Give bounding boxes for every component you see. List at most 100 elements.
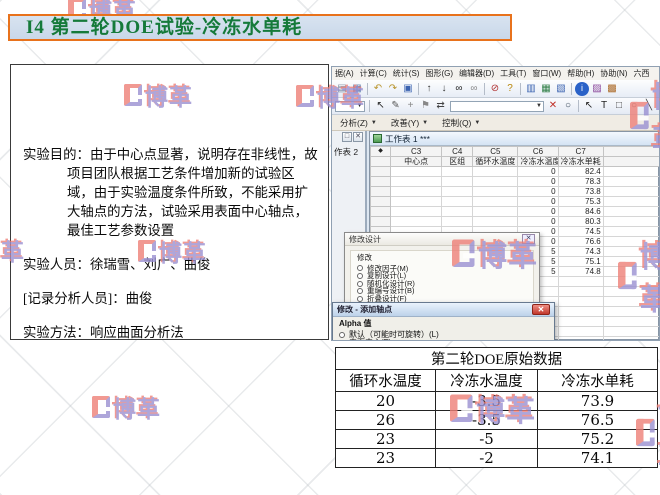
select-item-icon[interactable]: ↖ bbox=[374, 99, 388, 113]
column-id-cell[interactable]: C3 bbox=[391, 147, 442, 157]
swap-tool-icon[interactable]: ⇄ bbox=[434, 99, 448, 113]
graph-folder-icon[interactable]: ▩ bbox=[605, 82, 619, 96]
dmaic-menu-button[interactable]: 改善(Y)▼ bbox=[391, 117, 428, 129]
data-cell-c7[interactable]: 82.4 bbox=[558, 167, 603, 177]
dmaic-menu-button[interactable]: 分析(Z)▼ bbox=[340, 117, 377, 129]
worksheet-window-icon[interactable]: ▦ bbox=[539, 82, 553, 96]
find-icon[interactable]: ∞ bbox=[452, 82, 466, 96]
menu-item[interactable]: 计算(C) bbox=[360, 68, 387, 80]
data-cell-c7[interactable] bbox=[558, 277, 603, 287]
data-cell[interactable] bbox=[473, 207, 518, 217]
data-cell-c7[interactable] bbox=[558, 287, 603, 297]
data-cell[interactable] bbox=[391, 217, 442, 227]
data-cell[interactable] bbox=[391, 207, 442, 217]
menu-item[interactable]: 统计(S) bbox=[393, 68, 420, 80]
line-tool-icon[interactable]: ╲ bbox=[642, 99, 656, 113]
data-cell[interactable] bbox=[603, 337, 660, 342]
menu-item[interactable]: 工具(T) bbox=[500, 68, 526, 80]
data-cell-c7[interactable]: 74.8 bbox=[558, 267, 603, 277]
data-cell[interactable] bbox=[473, 187, 518, 197]
data-cell-c7[interactable]: 76.6 bbox=[558, 237, 603, 247]
undo-icon[interactable]: ↶ bbox=[371, 82, 385, 96]
data-cell[interactable] bbox=[391, 167, 442, 177]
data-cell[interactable] bbox=[603, 277, 660, 287]
data-cell[interactable] bbox=[473, 177, 518, 187]
data-cell[interactable] bbox=[603, 317, 660, 327]
data-cell[interactable] bbox=[442, 217, 473, 227]
column-name-cell[interactable]: 冷冻水单耗 bbox=[558, 157, 603, 167]
data-cell-c7[interactable] bbox=[558, 337, 603, 342]
data-cell[interactable] bbox=[603, 217, 660, 227]
clear-field-icon[interactable]: ✕ bbox=[546, 99, 560, 113]
data-cell[interactable] bbox=[391, 187, 442, 197]
close-icon[interactable]: ✕ bbox=[532, 304, 550, 315]
data-cell-c6[interactable]: 0 bbox=[518, 207, 558, 217]
redo-icon[interactable]: ↷ bbox=[386, 82, 400, 96]
data-cell[interactable] bbox=[442, 207, 473, 217]
worksheet1-titlebar[interactable]: 工作表 1 *** bbox=[370, 132, 658, 146]
data-cell[interactable] bbox=[603, 167, 660, 177]
data-cell-c7[interactable] bbox=[558, 307, 603, 317]
data-cell-c7[interactable] bbox=[558, 297, 603, 307]
find-next-icon[interactable]: ∞ bbox=[467, 82, 481, 96]
column-id-cell[interactable]: C4 bbox=[442, 147, 473, 157]
data-cell[interactable] bbox=[603, 197, 660, 207]
data-cell-c6[interactable]: 0 bbox=[518, 177, 558, 187]
graph-item-combobox[interactable]: ▼ bbox=[335, 101, 365, 112]
flag-tool-icon[interactable]: ⚑ bbox=[419, 99, 433, 113]
add-axial-points-titlebar[interactable]: 修改 - 添加轴点 ✕ bbox=[333, 303, 554, 317]
data-cell[interactable] bbox=[391, 197, 442, 207]
command-input-field[interactable]: ▼ bbox=[450, 101, 544, 112]
data-cell-c7[interactable] bbox=[558, 327, 603, 337]
brush-tool-icon[interactable]: ✎ bbox=[389, 99, 403, 113]
data-cell[interactable] bbox=[603, 257, 660, 267]
data-cell[interactable] bbox=[603, 247, 660, 257]
data-cell[interactable] bbox=[473, 217, 518, 227]
history-icon[interactable]: ▨ bbox=[590, 82, 604, 96]
cancel-icon[interactable]: ⊘ bbox=[488, 82, 502, 96]
menu-item[interactable]: 协助(N) bbox=[600, 68, 627, 80]
data-cell[interactable] bbox=[603, 187, 660, 197]
data-cell[interactable] bbox=[603, 227, 660, 237]
open-project-icon[interactable]: ▤ bbox=[335, 82, 349, 96]
data-cell-c7[interactable]: 84.6 bbox=[558, 207, 603, 217]
data-cell[interactable] bbox=[442, 197, 473, 207]
menu-item[interactable]: 编辑器(D) bbox=[459, 68, 494, 80]
menu-item[interactable]: 帮助(H) bbox=[567, 68, 594, 80]
close-window-icon[interactable]: ✕ bbox=[353, 132, 363, 142]
restore-window-icon[interactable]: □ bbox=[342, 132, 352, 142]
next-command-icon[interactable]: ↓ bbox=[437, 82, 451, 96]
column-id-cell[interactable] bbox=[603, 147, 660, 157]
entry-direction-icon[interactable]: ◆ bbox=[371, 147, 391, 157]
project-manager-icon[interactable]: ▧ bbox=[554, 82, 568, 96]
data-cell[interactable] bbox=[442, 187, 473, 197]
edit-last-dialog-icon[interactable]: ▣ bbox=[401, 82, 415, 96]
menu-item[interactable]: 六西 bbox=[633, 68, 649, 80]
info-icon[interactable]: i bbox=[575, 82, 589, 96]
data-cell[interactable] bbox=[391, 177, 442, 187]
data-cell[interactable] bbox=[473, 197, 518, 207]
data-cell-c6[interactable]: 0 bbox=[518, 187, 558, 197]
column-name-cell[interactable]: 中心点 bbox=[391, 157, 442, 167]
column-id-cell[interactable]: C5 bbox=[473, 147, 518, 157]
data-cell[interactable] bbox=[603, 297, 660, 307]
data-cell-c7[interactable]: 78.3 bbox=[558, 177, 603, 187]
data-cell[interactable] bbox=[603, 287, 660, 297]
data-cell[interactable] bbox=[603, 177, 660, 187]
modify-design-titlebar[interactable]: 修改设计 ✕ bbox=[345, 233, 539, 246]
data-cell-c7[interactable]: 75.3 bbox=[558, 197, 603, 207]
column-id-cell[interactable]: C6 bbox=[518, 147, 558, 157]
save-project-icon[interactable]: ▦ bbox=[350, 82, 364, 96]
data-cell[interactable] bbox=[473, 167, 518, 177]
select-arrow-icon[interactable]: ↖ bbox=[582, 99, 596, 113]
menu-item[interactable]: 图形(G) bbox=[425, 68, 453, 80]
data-cell[interactable] bbox=[603, 327, 660, 337]
session-window-icon[interactable]: ▥ bbox=[524, 82, 538, 96]
close-icon[interactable]: ✕ bbox=[522, 234, 535, 244]
data-cell-c6[interactable]: 0 bbox=[518, 217, 558, 227]
data-cell[interactable] bbox=[603, 207, 660, 217]
dmaic-menu-button[interactable]: 控制(Q)▼ bbox=[442, 117, 480, 129]
data-cell-c7[interactable]: 74.3 bbox=[558, 247, 603, 257]
data-cell[interactable] bbox=[442, 177, 473, 187]
column-name-cell[interactable]: 区组 bbox=[442, 157, 473, 167]
